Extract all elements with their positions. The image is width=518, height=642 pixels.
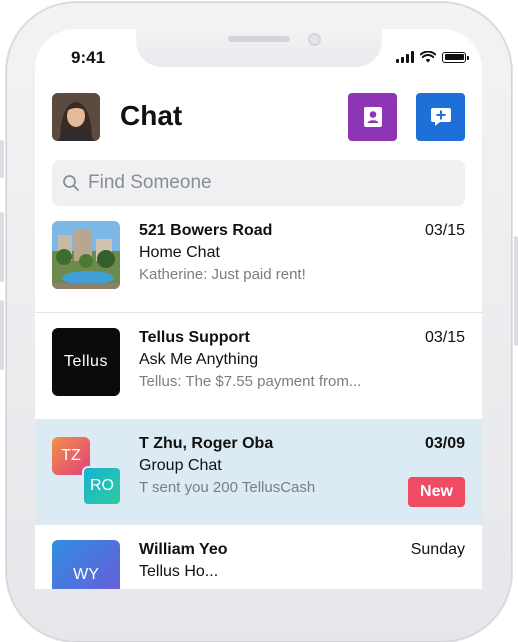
chat-title: William Yeo	[139, 541, 228, 558]
chat-title: Tellus Support	[139, 329, 250, 346]
search-placeholder: Find Someone	[88, 172, 212, 193]
avatar-initials: WY	[73, 566, 99, 583]
tellus-logo: Tellus	[52, 328, 120, 396]
page-title: Chat	[120, 100, 183, 131]
chat-date: 03/15	[424, 222, 465, 239]
chat-date: 03/09	[424, 435, 465, 452]
chat-date: 03/15	[424, 329, 465, 346]
new-badge: New	[408, 477, 465, 507]
status-icons	[396, 51, 469, 63]
search-input[interactable]: Find Someone	[52, 160, 465, 206]
phone-side-button	[514, 236, 518, 346]
chat-list-item[interactable]: Tellus Tellus Support Ask Me Anything Te…	[35, 313, 482, 419]
new-message-icon	[430, 108, 451, 126]
chat-title: 521 Bowers Road	[139, 222, 273, 239]
battery-icon	[442, 51, 469, 63]
phone-side-button	[0, 300, 4, 370]
search-icon	[63, 175, 79, 191]
contacts-button[interactable]	[348, 93, 397, 141]
chat-list-item[interactable]: 521 Bowers Road Home Chat Katherine: Jus…	[35, 206, 482, 312]
chat-subtitle: Ask Me Anything	[139, 351, 259, 368]
chat-subtitle: Group Chat	[139, 457, 222, 474]
phone-side-button	[0, 140, 4, 178]
chat-thumbnail	[52, 221, 120, 289]
chat-subtitle: Tellus Ho...	[139, 563, 219, 580]
front-camera	[308, 33, 321, 46]
notch	[136, 29, 382, 67]
wifi-icon	[420, 51, 436, 63]
chat-title: T Zhu, Roger Oba	[139, 435, 274, 452]
group-avatar-ro: RO	[82, 466, 122, 506]
new-chat-button[interactable]	[416, 93, 465, 141]
signal-icon	[396, 51, 414, 63]
contact-card-icon	[363, 107, 382, 127]
profile-avatar[interactable]	[52, 93, 100, 141]
status-time: 9:41	[71, 48, 106, 67]
chat-preview: Tellus: The $7.55 payment from...	[139, 373, 362, 390]
chat-list-item-selected[interactable]: TZ RO T Zhu, Roger Oba Group Chat T sent…	[35, 419, 482, 525]
speaker-grille	[228, 36, 290, 42]
chat-avatar: WY	[52, 540, 120, 589]
phone-side-button	[0, 212, 4, 282]
chat-preview: Katherine: Just paid rent!	[139, 266, 306, 283]
chat-preview: T sent you 200 TellusCash	[139, 479, 316, 496]
app-screen: 9:41 Chat Find Someone 521 Bowers Road H…	[35, 29, 482, 589]
chat-date: Sunday	[410, 541, 465, 558]
chat-subtitle: Home Chat	[139, 244, 220, 261]
chat-list-item[interactable]: WY William Yeo Tellus Ho... Sunday	[35, 525, 482, 589]
